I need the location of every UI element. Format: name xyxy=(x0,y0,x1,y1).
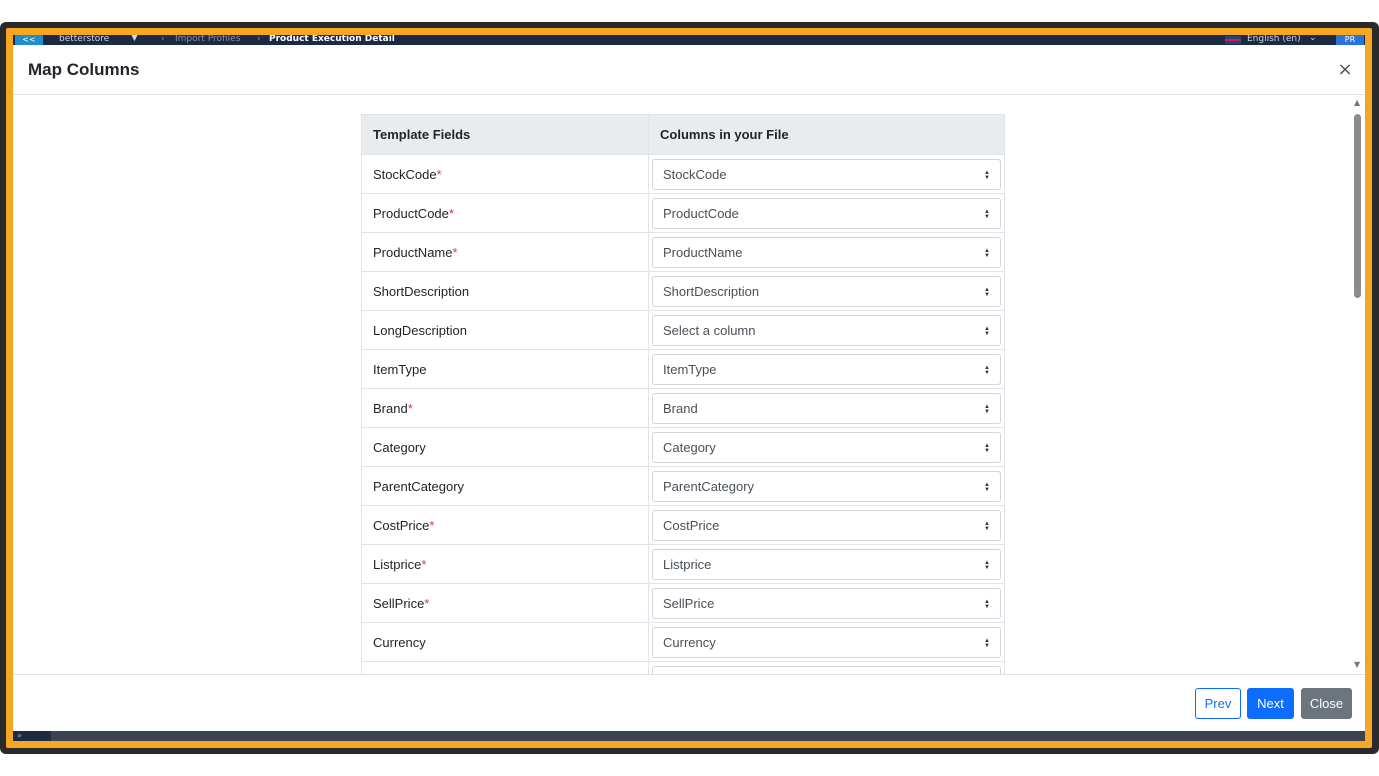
highlight-frame xyxy=(6,28,1372,748)
